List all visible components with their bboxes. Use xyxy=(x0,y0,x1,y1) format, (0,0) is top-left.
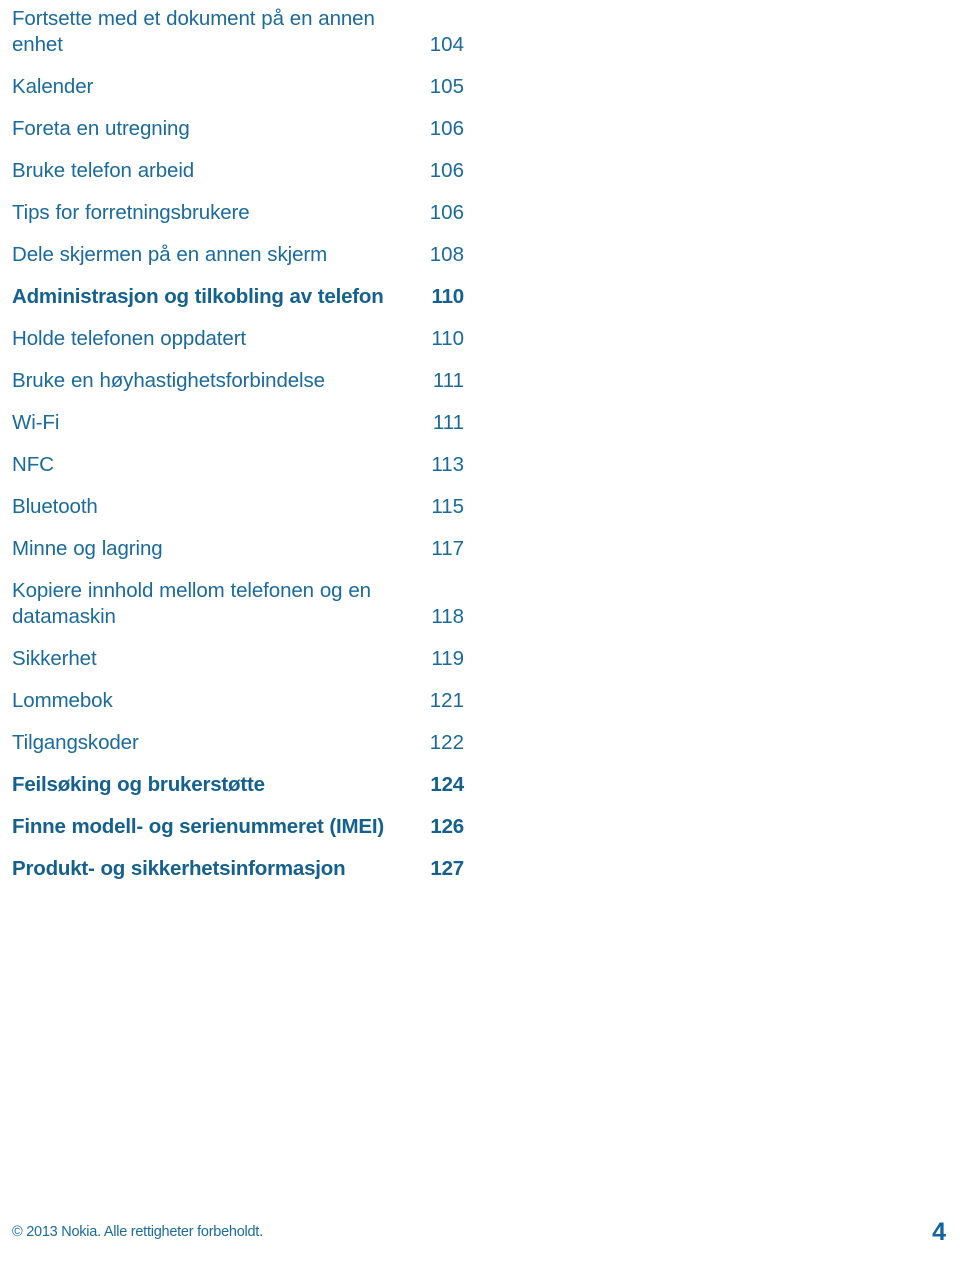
toc-entry-title: Administrasjon og tilkobling av telefon xyxy=(12,285,384,308)
toc-entry-title: Sikkerhet xyxy=(12,647,97,670)
toc-entry-page: 127 xyxy=(430,857,464,880)
toc-entry-page: 113 xyxy=(431,453,464,476)
copyright-notice: © 2013 Nokia. Alle rettigheter forbehold… xyxy=(12,1224,263,1240)
toc-entry[interactable]: Kalender 105 xyxy=(12,74,464,100)
toc-entry-page: 119 xyxy=(431,647,464,670)
toc-entry-title: Wi-Fi xyxy=(12,411,60,434)
toc-entry[interactable]: Fortsette med et dokument på en annen en… xyxy=(12,6,464,58)
toc-entry-page: 106 xyxy=(429,117,464,140)
toc-entry[interactable]: Foreta en utregning 106 xyxy=(12,116,464,142)
toc-entry[interactable]: Tips for forretningsbrukere 106 xyxy=(12,200,464,226)
toc-entry-title: Feilsøking og brukerstøtte xyxy=(12,773,265,796)
toc-entry-title: Tips for forretningsbrukere xyxy=(12,201,250,224)
toc-entry[interactable]: Administrasjon og tilkobling av telefon 1… xyxy=(12,284,464,310)
toc-entry[interactable]: Lommebok 121 xyxy=(12,688,464,714)
toc-entry-title: Tilgangskoder xyxy=(12,731,139,754)
toc-entry-page: 124 xyxy=(430,773,464,796)
toc-entry-page: 111 xyxy=(432,411,464,434)
toc-entry-page: 117 xyxy=(431,537,464,560)
toc-entry[interactable]: Holde telefonen oppdatert 110 xyxy=(12,326,464,352)
toc-entry-title: Kalender xyxy=(12,75,94,98)
toc-entry[interactable]: Sikkerhet 119 xyxy=(12,646,464,672)
toc-entry[interactable]: Kopiere innhold mellom telefonen og en d… xyxy=(12,578,464,630)
toc-entry[interactable]: Wi-Fi 111 xyxy=(12,410,464,436)
toc-entry-title: Fortsette med et dokument på en annen en… xyxy=(12,7,375,56)
toc-entry[interactable]: Produkt- og sikkerhetsinformasjon 127 xyxy=(12,856,464,882)
toc-entry-title: Bruke telefon arbeid xyxy=(12,159,195,182)
toc-entry-title: Holde telefonen oppdatert xyxy=(12,327,247,350)
toc-entry-title: Finne modell- og serienummeret (IMEI) xyxy=(12,815,384,838)
toc-entry-title: Kopiere innhold mellom telefonen og en d… xyxy=(12,579,371,628)
toc-entry-page: 106 xyxy=(429,159,464,182)
toc-entry-page: 121 xyxy=(429,689,464,712)
toc-entry-page: 126 xyxy=(430,815,464,838)
toc-entry-page: 105 xyxy=(429,75,464,98)
toc-entry-title: Produkt- og sikkerhetsinformasjon xyxy=(12,857,346,880)
toc-entry-title: Lommebok xyxy=(12,689,113,712)
toc-entry-page: 106 xyxy=(429,201,464,224)
toc-entry[interactable]: Bluetooth 115 xyxy=(12,494,464,520)
toc-entry-title: Bruke en høyhastighetsforbindelse xyxy=(12,369,325,392)
toc-entry-title: Foreta en utregning xyxy=(12,117,190,140)
toc-entry-page: 111 xyxy=(432,369,464,392)
toc-entry[interactable]: Bruke telefon arbeid 106 xyxy=(12,158,464,184)
toc-entry[interactable]: Tilgangskoder 122 xyxy=(12,730,464,756)
toc-entry-page: 104 xyxy=(429,33,464,56)
toc-entry[interactable]: Feilsøking og brukerstøtte 124 xyxy=(12,772,464,798)
document-page: Fortsette med et dokument på en annen en… xyxy=(0,0,960,1264)
toc-entry-title: NFC xyxy=(12,453,54,476)
toc-entry-title: Bluetooth xyxy=(12,495,98,518)
toc-entry[interactable]: Minne og lagring 117 xyxy=(12,536,464,562)
toc-entry[interactable]: Finne modell- og serienummeret (IMEI) 126 xyxy=(12,814,464,840)
table-of-contents: Fortsette med et dokument på en annen en… xyxy=(12,6,464,882)
page-number: 4 xyxy=(932,1218,946,1246)
toc-entry[interactable]: Dele skjermen på en annen skjerm 108 xyxy=(12,242,464,268)
toc-entry[interactable]: NFC 113 xyxy=(12,452,464,478)
toc-entry-page: 122 xyxy=(429,731,464,754)
toc-entry-page: 110 xyxy=(431,327,464,350)
toc-entry-page: 108 xyxy=(429,243,464,266)
page-footer: © 2013 Nokia. Alle rettigheter forbehold… xyxy=(0,1218,960,1256)
toc-entry-page: 118 xyxy=(431,605,464,628)
toc-entry-page: 110 xyxy=(431,285,465,308)
toc-entry-title: Minne og lagring xyxy=(12,537,163,560)
toc-entry[interactable]: Bruke en høyhastighetsforbindelse 111 xyxy=(12,368,464,394)
toc-entry-title: Dele skjermen på en annen skjerm xyxy=(12,243,328,266)
toc-entry-page: 115 xyxy=(431,495,464,518)
